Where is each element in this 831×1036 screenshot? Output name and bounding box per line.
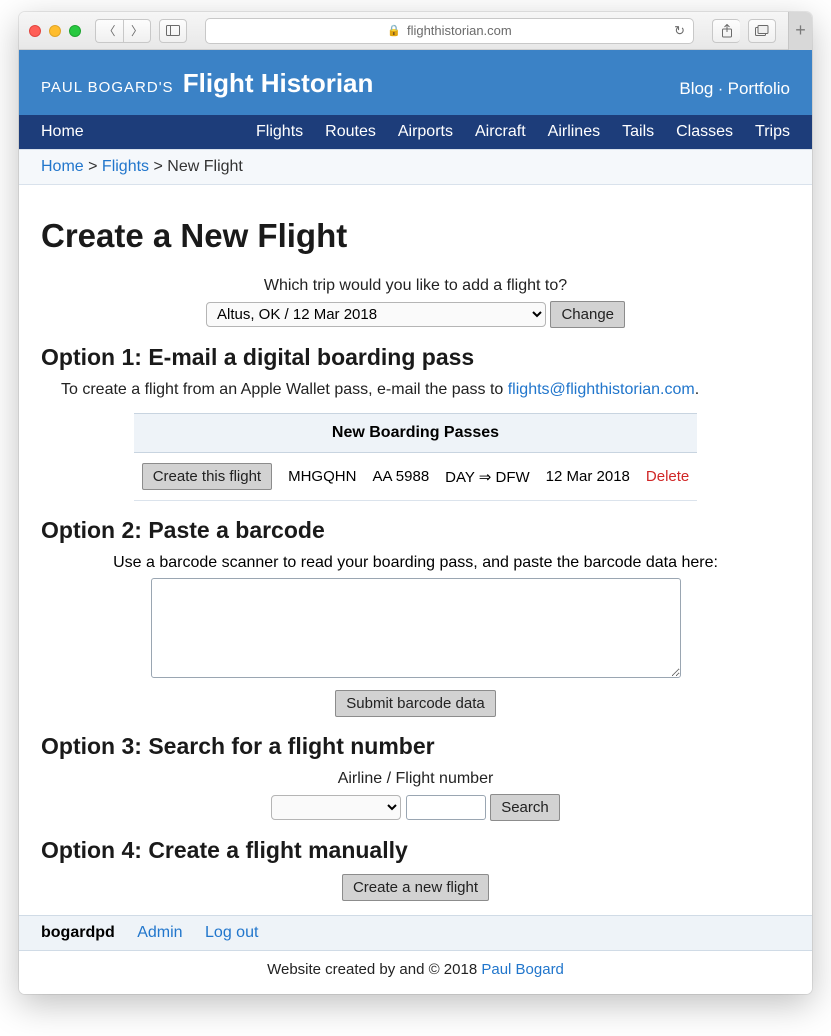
create-this-flight-button[interactable]: Create this flight [142,463,272,490]
portfolio-link[interactable]: Portfolio [728,79,790,98]
option4-heading: Option 4: Create a flight manually [41,837,790,864]
boarding-pass-email-link[interactable]: flights@flighthistorian.com [508,381,695,398]
search-button[interactable]: Search [490,794,560,821]
option2-heading: Option 2: Paste a barcode [41,517,790,544]
nav-airports[interactable]: Airports [398,123,453,141]
trip-label: Which trip would you like to add a fligh… [41,277,790,295]
bp-date: 12 Mar 2018 [538,453,638,501]
sidebar-toggle-button[interactable] [159,19,187,43]
flight-search-label: Airline / Flight number [41,770,790,788]
nav-back-button[interactable]: 〈 [95,19,123,43]
crumb-flights[interactable]: Flights [102,158,149,175]
barcode-label: Use a barcode scanner to read your board… [41,554,790,572]
blog-link[interactable]: Blog [679,79,713,98]
table-row: Create this flight MHGQHN AA 5988 DAY ⇒ … [134,453,698,501]
reload-icon[interactable]: ↻ [674,23,685,39]
window-minimize-icon[interactable] [49,25,61,37]
brand-title: Flight Historian [183,68,374,98]
crumb-home[interactable]: Home [41,158,84,175]
lock-icon: 🔒 [387,24,401,37]
url-text: flighthistorian.com [407,23,512,38]
window-close-icon[interactable] [29,25,41,37]
change-button[interactable]: Change [550,301,625,328]
browser-titlebar: 〈 〉 🔒 flighthistorian.com ↻ + [19,12,812,50]
boarding-pass-table: New Boarding Passes Create this flight M… [134,413,698,501]
brand-prefix: PAUL BOGARD'S [41,79,174,96]
create-new-flight-button[interactable]: Create a new flight [342,874,489,901]
copyright: Website created by and © 2018 Paul Bogar… [19,951,812,994]
nav-aircraft[interactable]: Aircraft [475,123,526,141]
address-bar[interactable]: 🔒 flighthistorian.com ↻ [205,18,694,44]
nav-flights[interactable]: Flights [256,123,303,141]
nav-forward-button[interactable]: 〉 [123,19,151,43]
logout-link[interactable]: Log out [205,924,258,941]
nav-airlines[interactable]: Airlines [548,123,600,141]
main-nav: Home Flights Routes Airports Aircraft Ai… [19,115,812,149]
page-title: Create a New Flight [41,217,790,255]
option1-heading: Option 1: E-mail a digital boarding pass [41,344,790,371]
window-zoom-icon[interactable] [69,25,81,37]
nav-home[interactable]: Home [41,123,84,141]
current-user: bogardpd [41,924,115,941]
nav-routes[interactable]: Routes [325,123,376,141]
bp-table-header: New Boarding Passes [134,414,698,453]
user-footer: bogardpd Admin Log out [19,915,812,951]
delete-link[interactable]: Delete [646,468,689,485]
nav-tails[interactable]: Tails [622,123,654,141]
site-header: PAUL BOGARD'S Flight Historian Blog · Po… [19,50,812,115]
admin-link[interactable]: Admin [137,924,182,941]
option1-text: To create a flight from an Apple Wallet … [41,381,790,399]
bp-pnr: MHGQHN [280,453,364,501]
submit-barcode-button[interactable]: Submit barcode data [335,690,495,717]
new-tab-button[interactable]: + [788,12,812,50]
crumb-current: New Flight [167,158,243,175]
share-button[interactable] [712,19,740,43]
bp-flight: AA 5988 [364,453,437,501]
tabs-button[interactable] [748,19,776,43]
airline-select[interactable] [271,795,401,820]
option3-heading: Option 3: Search for a flight number [41,733,790,760]
nav-trips[interactable]: Trips [755,123,790,141]
trip-select[interactable]: Altus, OK / 12 Mar 2018 [206,302,546,327]
breadcrumb: Home > Flights > New Flight [19,149,812,185]
nav-classes[interactable]: Classes [676,123,733,141]
author-link[interactable]: Paul Bogard [481,961,564,978]
header-link-sep: · [718,81,723,98]
barcode-textarea[interactable] [151,578,681,678]
site-brand[interactable]: PAUL BOGARD'S Flight Historian [41,68,373,99]
flight-number-input[interactable] [406,795,486,820]
bp-route: DAY ⇒ DFW [437,453,538,501]
